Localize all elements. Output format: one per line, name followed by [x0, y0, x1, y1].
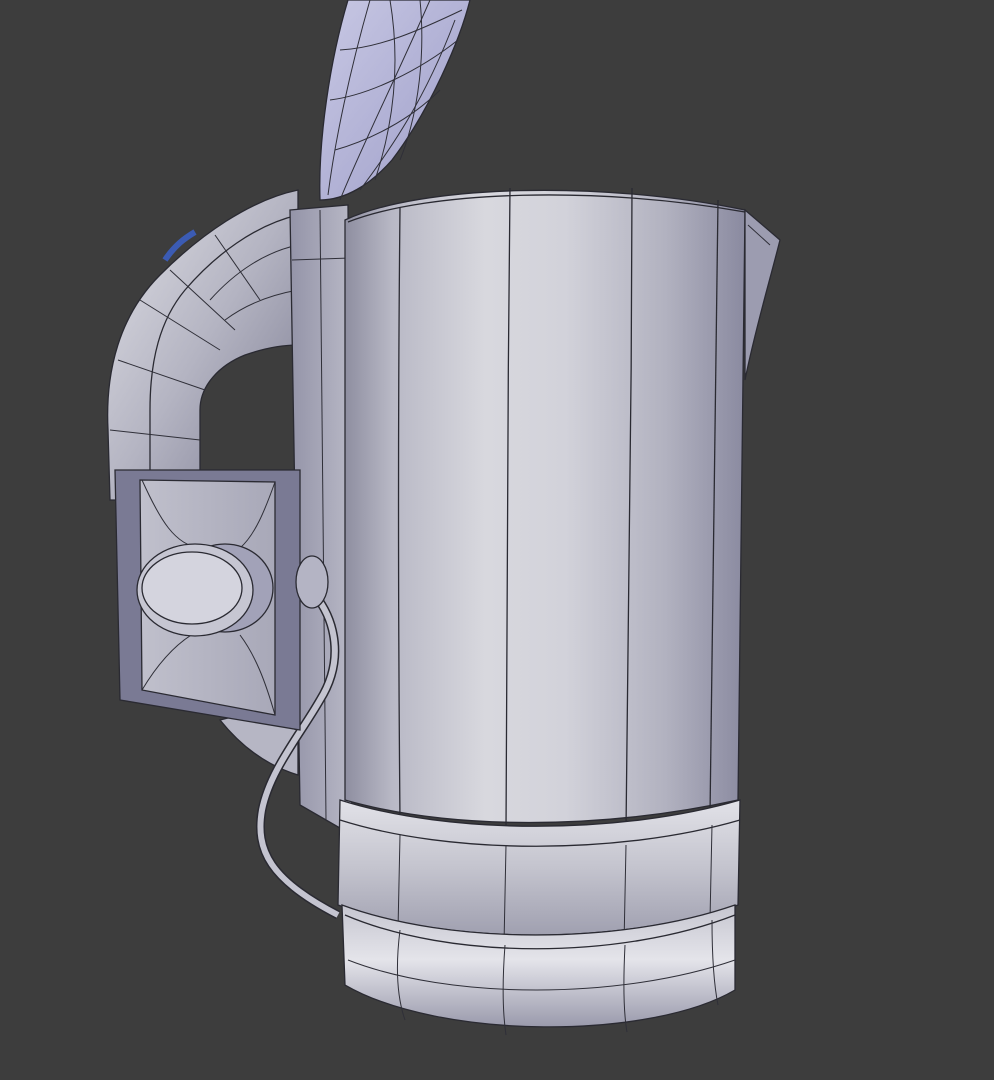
- kettle-handle: [106, 189, 299, 501]
- kettle-spout: [744, 208, 781, 381]
- kettle-body: [344, 187, 746, 831]
- kettle-lid: [319, 0, 471, 201]
- kettle-render: [106, 0, 781, 1036]
- cord-connector: [295, 555, 329, 609]
- switch-button: [136, 543, 274, 637]
- 3d-viewport[interactable]: [0, 0, 994, 1080]
